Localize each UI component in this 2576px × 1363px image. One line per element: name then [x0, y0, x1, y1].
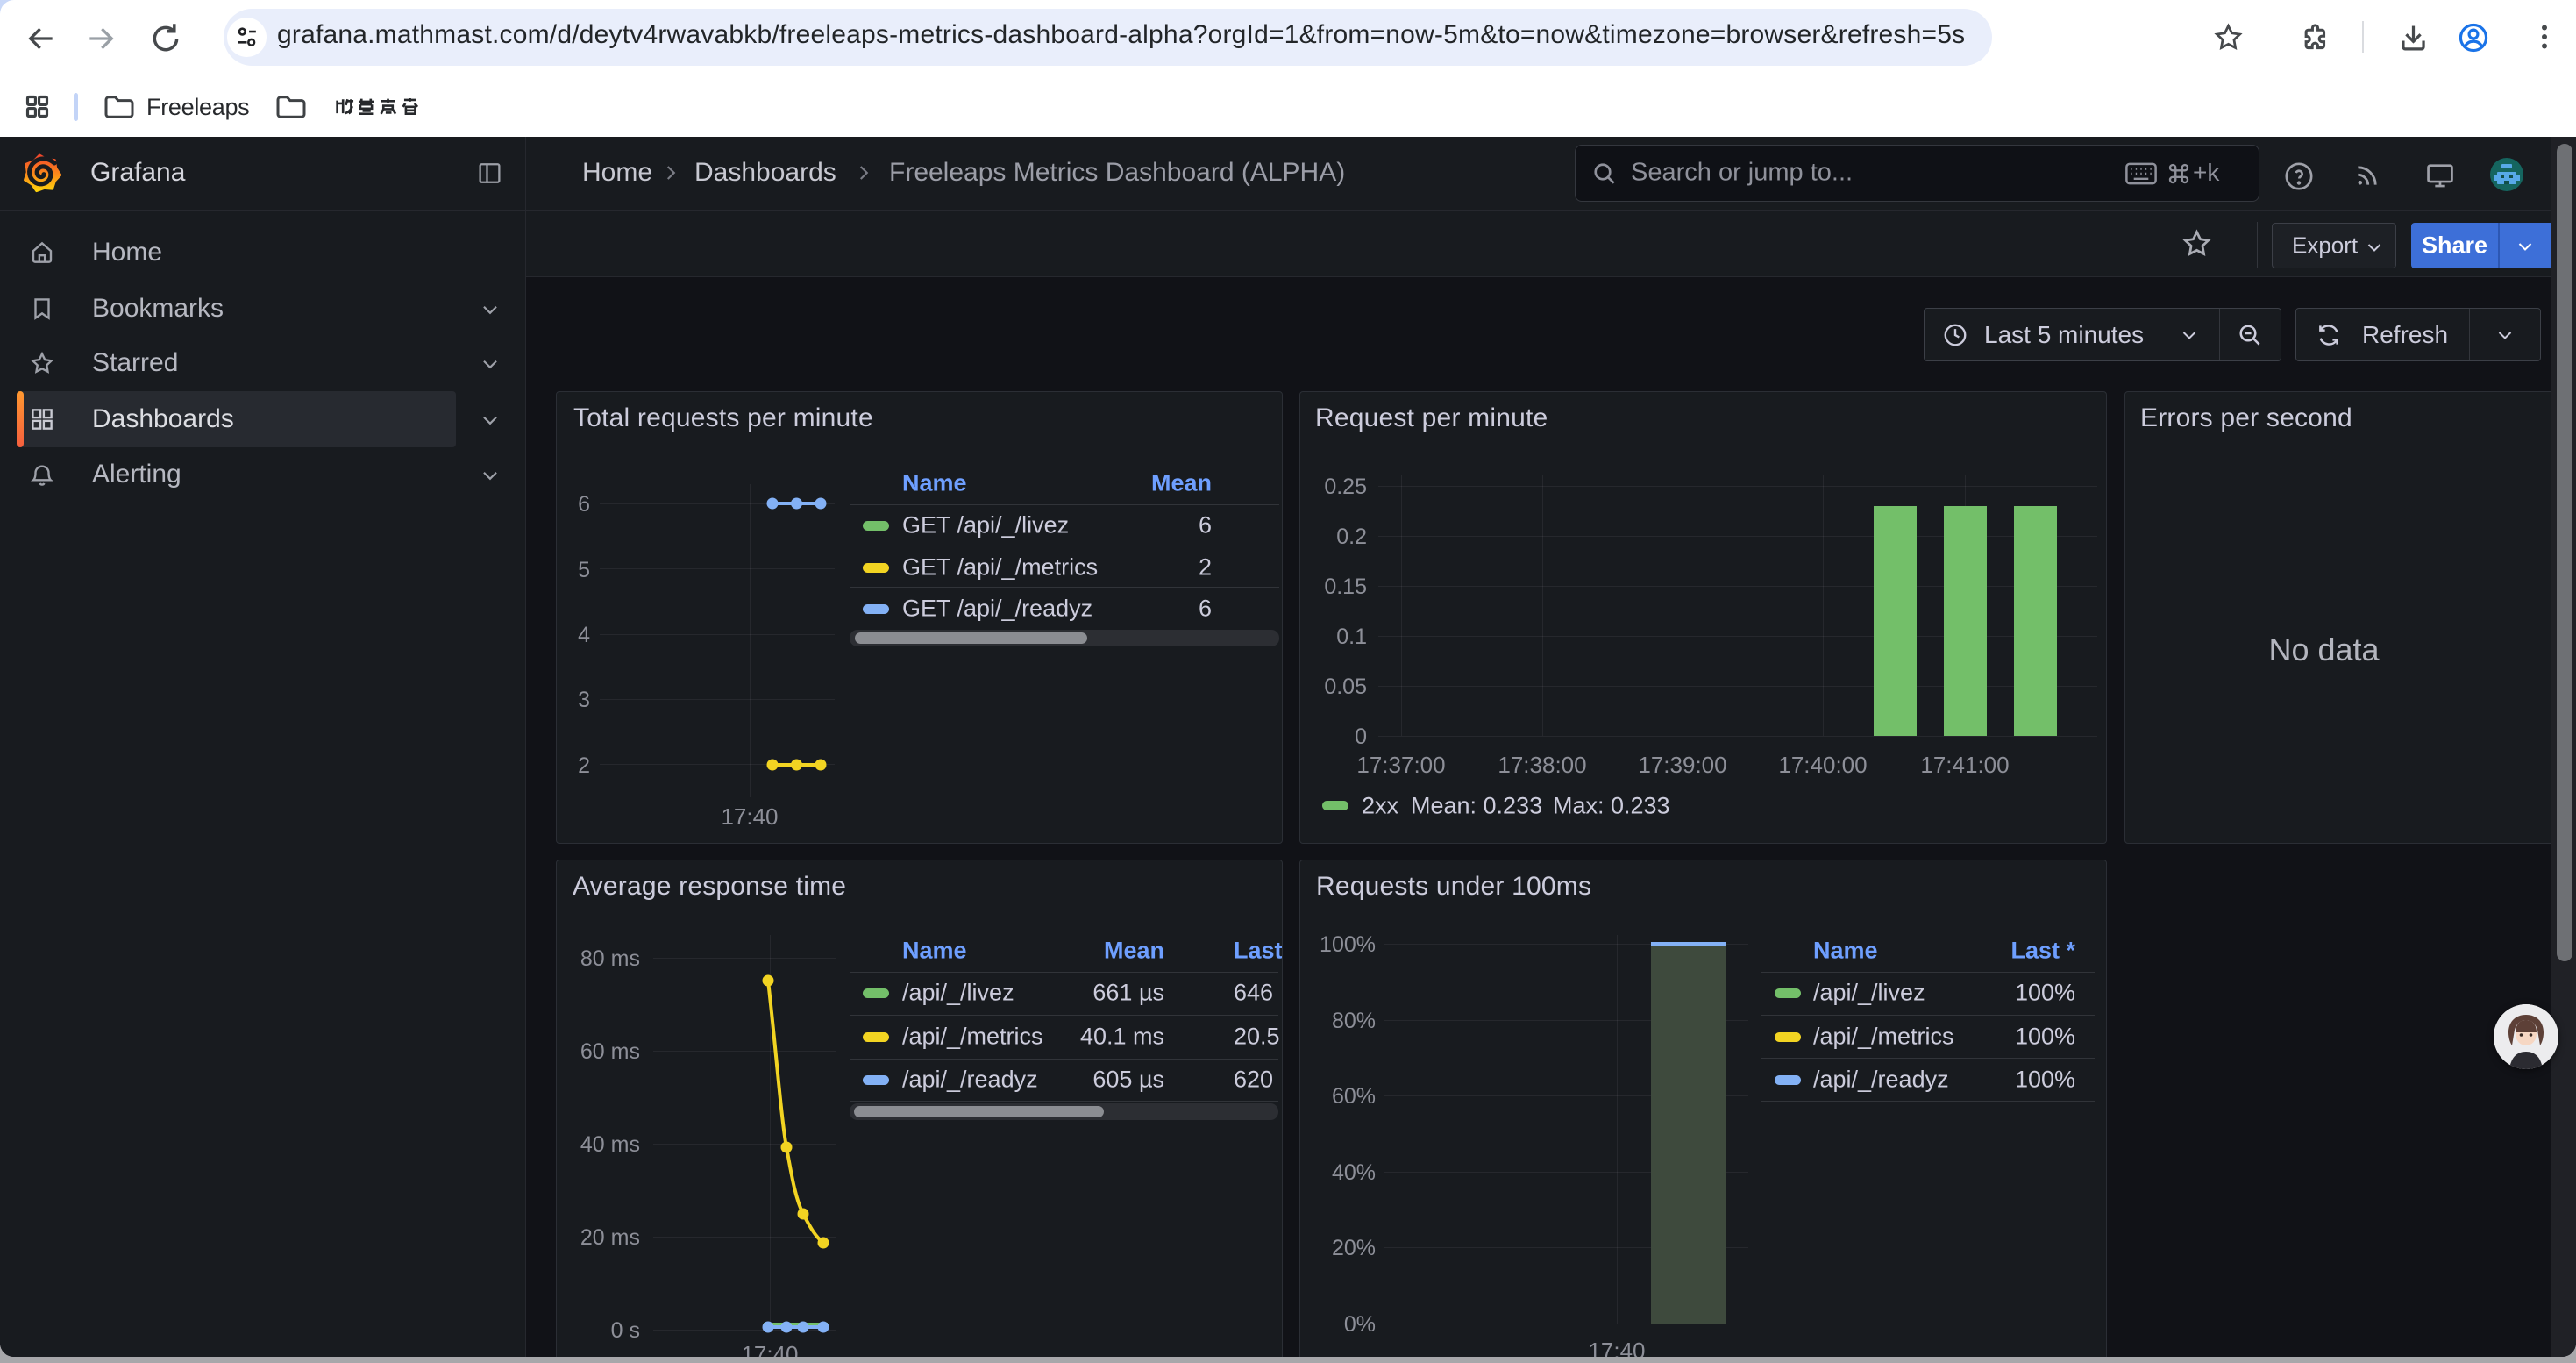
svg-text:17:40: 17:40 — [741, 1341, 798, 1357]
svg-text:3: 3 — [578, 688, 590, 712]
svg-text:40%: 40% — [1332, 1160, 1376, 1185]
svg-text:0%: 0% — [1344, 1312, 1376, 1337]
svg-text:17:40: 17:40 — [1588, 1338, 1645, 1357]
svg-text:2: 2 — [578, 753, 590, 778]
svg-text:0.1: 0.1 — [1336, 624, 1367, 649]
svg-text:80%: 80% — [1332, 1009, 1376, 1033]
svg-text:60%: 60% — [1332, 1084, 1376, 1109]
svg-text:80 ms: 80 ms — [580, 946, 640, 971]
svg-text:17:40: 17:40 — [721, 803, 778, 830]
svg-text:17:37:00: 17:37:00 — [1356, 752, 1445, 778]
svg-text:0.25: 0.25 — [1324, 475, 1367, 499]
svg-text:6: 6 — [578, 492, 590, 517]
svg-text:20%: 20% — [1332, 1236, 1376, 1260]
svg-text:17:41:00: 17:41:00 — [1920, 752, 2009, 778]
svg-text:0: 0 — [1355, 724, 1367, 749]
svg-text:60 ms: 60 ms — [580, 1039, 640, 1064]
svg-text:0 s: 0 s — [611, 1318, 640, 1343]
svg-text:17:40:00: 17:40:00 — [1778, 752, 1867, 778]
svg-text:40 ms: 40 ms — [580, 1132, 640, 1157]
svg-text:100%: 100% — [1320, 932, 1376, 957]
svg-text:4: 4 — [578, 623, 590, 647]
svg-text:20 ms: 20 ms — [580, 1225, 640, 1250]
svg-text:17:38:00: 17:38:00 — [1498, 752, 1586, 778]
svg-text:17:39:00: 17:39:00 — [1638, 752, 1726, 778]
svg-text:0.05: 0.05 — [1324, 674, 1367, 699]
svg-text:5: 5 — [578, 558, 590, 582]
svg-text:0.2: 0.2 — [1336, 525, 1367, 549]
svg-text:0.15: 0.15 — [1324, 574, 1367, 599]
